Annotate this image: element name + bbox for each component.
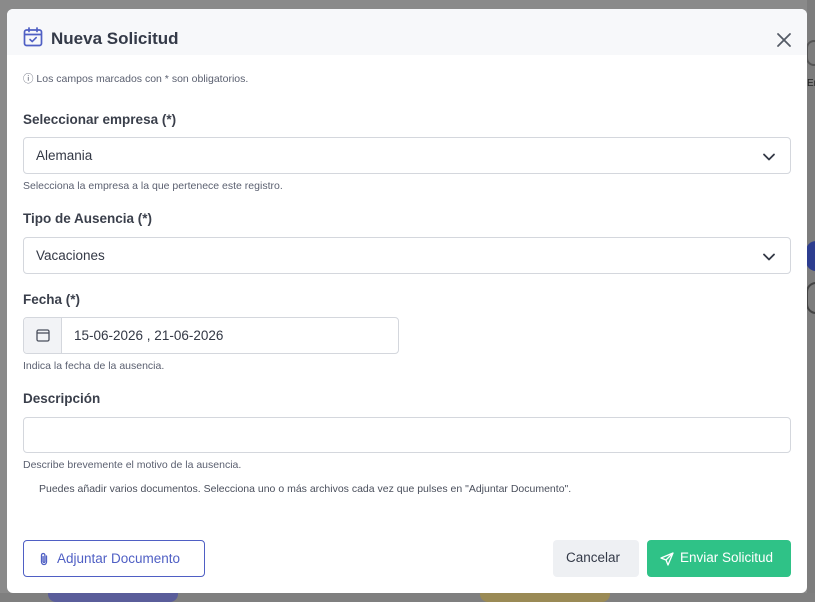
documents-note: Puedes añadir varios documentos. Selecci… bbox=[39, 483, 572, 495]
send-request-button[interactable]: Enviar Solicitud bbox=[647, 540, 791, 577]
background-text: Er bbox=[807, 78, 815, 89]
required-fields-note: ⓘ Los campos marcados con * son obligato… bbox=[23, 73, 249, 85]
date-label: Fecha (*) bbox=[23, 292, 81, 307]
description-help-text: Describe brevemente el motivo de la ause… bbox=[23, 459, 242, 471]
absence-type-label: Tipo de Ausencia (*) bbox=[23, 211, 153, 226]
cancel-label: Cancelar bbox=[566, 550, 621, 565]
background-card-1 bbox=[48, 593, 178, 602]
cancel-button[interactable]: Cancelar bbox=[553, 540, 639, 577]
chevron-down-icon bbox=[763, 153, 775, 161]
close-icon[interactable] bbox=[775, 31, 793, 49]
absence-type-select[interactable]: Vacaciones bbox=[23, 237, 791, 274]
date-range-field[interactable]: 15-06-2026 , 21-06-2026 bbox=[23, 317, 399, 354]
background-pill bbox=[806, 241, 815, 271]
calendar-check-icon bbox=[23, 27, 43, 47]
absence-type-select-value: Vacaciones bbox=[36, 248, 105, 263]
send-icon bbox=[660, 552, 674, 566]
date-picker-button[interactable] bbox=[24, 318, 62, 353]
company-label: Seleccionar empresa (*) bbox=[23, 112, 177, 127]
paperclip-icon bbox=[40, 552, 48, 566]
date-help-text: Indica la fecha de la ausencia. bbox=[23, 360, 165, 372]
company-select[interactable]: Alemania bbox=[23, 137, 791, 174]
send-request-label: Enviar Solicitud bbox=[680, 550, 774, 565]
background-pill-outline bbox=[806, 282, 815, 314]
description-label: Descripción bbox=[23, 391, 101, 406]
chevron-down-icon bbox=[763, 253, 775, 261]
background-card-2 bbox=[480, 593, 610, 602]
attach-document-label: Adjuntar Documento bbox=[57, 551, 181, 566]
company-help-text: Selecciona la empresa a la que pertenece… bbox=[23, 180, 283, 192]
description-input[interactable] bbox=[23, 417, 791, 453]
modal-header: Nueva Solicitud bbox=[7, 9, 807, 55]
background-circle bbox=[806, 40, 815, 66]
modal-title: Nueva Solicitud bbox=[51, 29, 179, 48]
attach-document-button[interactable]: Adjuntar Documento bbox=[23, 540, 205, 577]
new-request-modal: Nueva Solicitud ⓘ Los campos marcados co… bbox=[7, 9, 807, 593]
company-select-value: Alemania bbox=[36, 148, 93, 163]
calendar-icon bbox=[36, 329, 50, 342]
date-range-value: 15-06-2026 , 21-06-2026 bbox=[74, 328, 224, 343]
